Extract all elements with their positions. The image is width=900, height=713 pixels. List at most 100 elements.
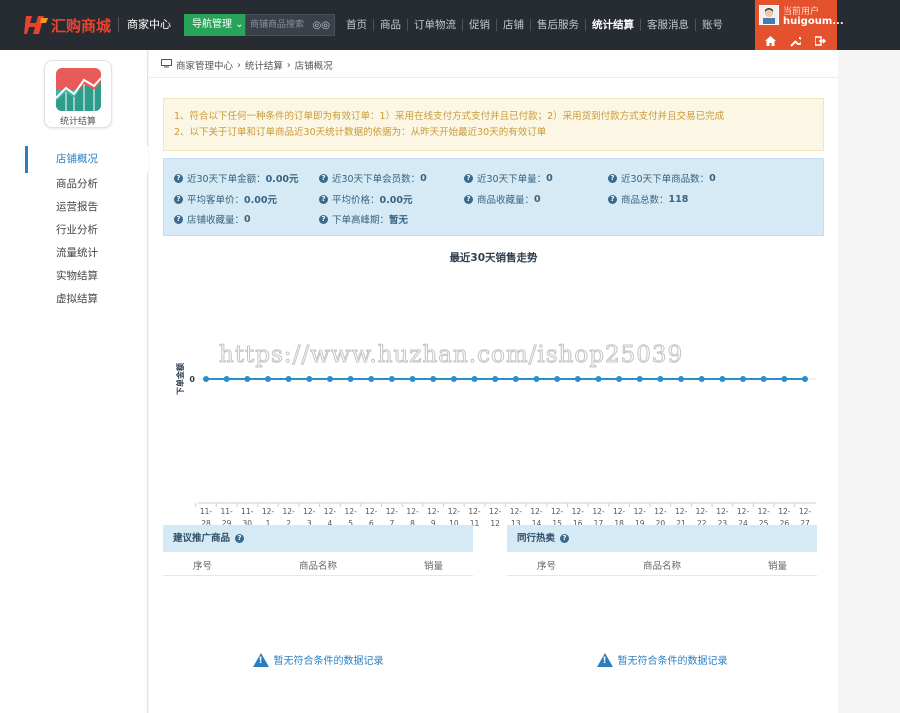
user-actions [764,35,826,47]
nav-item[interactable]: 订单物流 [408,0,462,50]
stat-value: 0.00元 [379,195,413,206]
x-tick-label: 12- [778,507,791,516]
logout-icon[interactable] [814,35,826,47]
avatar[interactable] [759,5,779,25]
home-icon[interactable] [764,35,776,47]
x-tick-label: 12- [696,507,709,516]
help-icon[interactable]: ? [235,534,245,543]
nav-item[interactable]: 售后服务 [531,0,585,50]
data-point [719,376,726,382]
help-icon[interactable]: ? [608,194,617,204]
x-tick-label: 12- [634,507,647,516]
stat-value: 0 [709,172,716,184]
breadcrumb: 商家管理中心 › 统计结算 › 店铺概况 [161,58,333,72]
help-icon[interactable]: ? [608,173,617,183]
stats-app-tile[interactable]: 统计结算 [44,60,112,128]
x-tick-label: 12- [386,507,399,516]
wrench-icon[interactable] [789,35,801,47]
help-icon[interactable]: ? [464,173,473,183]
data-point [657,376,664,382]
help-icon[interactable]: ? [319,173,328,183]
table-header: 序号 商品名称 销量 [507,552,817,576]
sidebar-item[interactable]: 商品分析 [25,173,148,196]
x-tick-label: 12- [344,507,357,516]
help-icon[interactable]: ? [174,173,183,183]
sidebar-item[interactable]: 流量统计 [25,242,148,265]
stat-item: ? 平均客单价： 0.00元 [174,192,277,206]
sidebar-item[interactable]: 行业分析 [25,219,148,242]
watermark: https://www.huzhan.com/ishop25039 [218,342,684,369]
top-nav: 首页 商品 订单物流 促销 店铺 售后服务 统计结算 客服消息 账号 [340,0,729,50]
nav-item[interactable]: 统计结算 [586,0,640,50]
right-margin [838,50,900,713]
nav-item[interactable]: 首页 [340,0,373,50]
stat-label: 商品收藏量： [477,195,535,206]
x-tick-label: 11- [200,507,213,516]
sidebar-item[interactable]: 店铺概况 [25,146,148,173]
x-tick-label: 12- [592,507,605,516]
stat-item: ? 近30天下单量： 0 [464,171,553,185]
stat-label: 商品总数： [621,195,669,206]
stat-item: ? 商品收藏量： 0 [464,192,541,206]
stat-item: ? 近30天下单商品数： 0 [608,171,716,185]
data-point [264,376,271,382]
data-point [285,376,292,382]
stat-value: 118 [668,193,689,205]
y-tick-label: 0 [189,375,195,384]
logo[interactable]: 汇购商城 [24,14,111,36]
stat-item: ? 近30天下单金额： 0.00元 [174,171,299,185]
warning-icon [252,652,269,667]
stat-label: 平均价格： [332,195,380,206]
data-point [244,376,251,382]
x-tick-label: 12- [530,507,543,516]
x-tick-label: 12- [303,507,316,516]
breadcrumb-item[interactable]: 统计结算 [245,58,283,72]
stat-label: 近30天下单会员数： [332,174,421,185]
sidebar-item[interactable]: 运营报告 [25,196,148,219]
notice-line: 1、符合以下任何一种条件的订单即为有效订单：1）采用在线支付方式支付并且已付款；… [174,111,725,122]
x-tick-label: 12- [654,507,667,516]
logo-mark-icon [24,14,48,36]
center-title[interactable]: 商家中心 [118,17,171,32]
x-tick-label: 12- [262,507,275,516]
logo-text: 汇购商城 [51,16,112,35]
table-header: 序号 商品名称 销量 [163,552,473,576]
stat-item: ? 平均价格： 0.00元 [319,192,412,206]
x-tick-label: 12- [489,507,502,516]
help-icon[interactable]: ? [319,194,328,204]
stat-label: 平均客单价： [187,195,245,206]
nav-item[interactable]: 促销 [463,0,496,50]
nav-item[interactable]: 商品 [374,0,407,50]
binoculars-icon[interactable]: ◎◎ [313,16,330,36]
nav-manage-button[interactable]: 导航管理 ⌄ [184,14,245,36]
chevron-right-icon: › [237,59,241,71]
data-point [471,376,478,382]
data-point [409,376,416,382]
nav-item[interactable]: 账号 [696,0,729,50]
x-tick-label: 12- [448,507,461,516]
data-point [223,376,230,382]
data-point [678,376,685,382]
stat-value: 暂无 [389,215,409,226]
nav-manage-label: 导航管理 [192,19,232,30]
help-icon[interactable]: ? [174,194,183,204]
data-point [760,376,767,382]
data-point [492,376,499,382]
stats-chart-icon [56,68,101,111]
nav-item[interactable]: 店铺 [497,0,530,50]
sidebar-item[interactable]: 实物结算 [25,265,148,288]
chevron-down-icon: ⌄ [235,19,244,30]
column-header: 销量 [424,561,444,572]
help-icon[interactable]: ? [560,534,570,543]
y-axis-label: 下单金额 [175,363,185,395]
help-icon[interactable]: ? [174,214,183,224]
nav-item[interactable]: 客服消息 [641,0,695,50]
breadcrumb-item[interactable]: 商家管理中心 [176,58,233,72]
help-icon[interactable]: ? [464,194,473,204]
search-placeholder: 商铺商品搜索 [250,20,305,30]
x-tick-label: 12- [468,507,481,516]
search-input[interactable]: 商铺商品搜索 ◎◎ [245,14,335,36]
help-icon[interactable]: ? [319,214,328,224]
sidebar-item[interactable]: 虚拟结算 [25,288,148,311]
app-label: 统计结算 [59,117,96,127]
